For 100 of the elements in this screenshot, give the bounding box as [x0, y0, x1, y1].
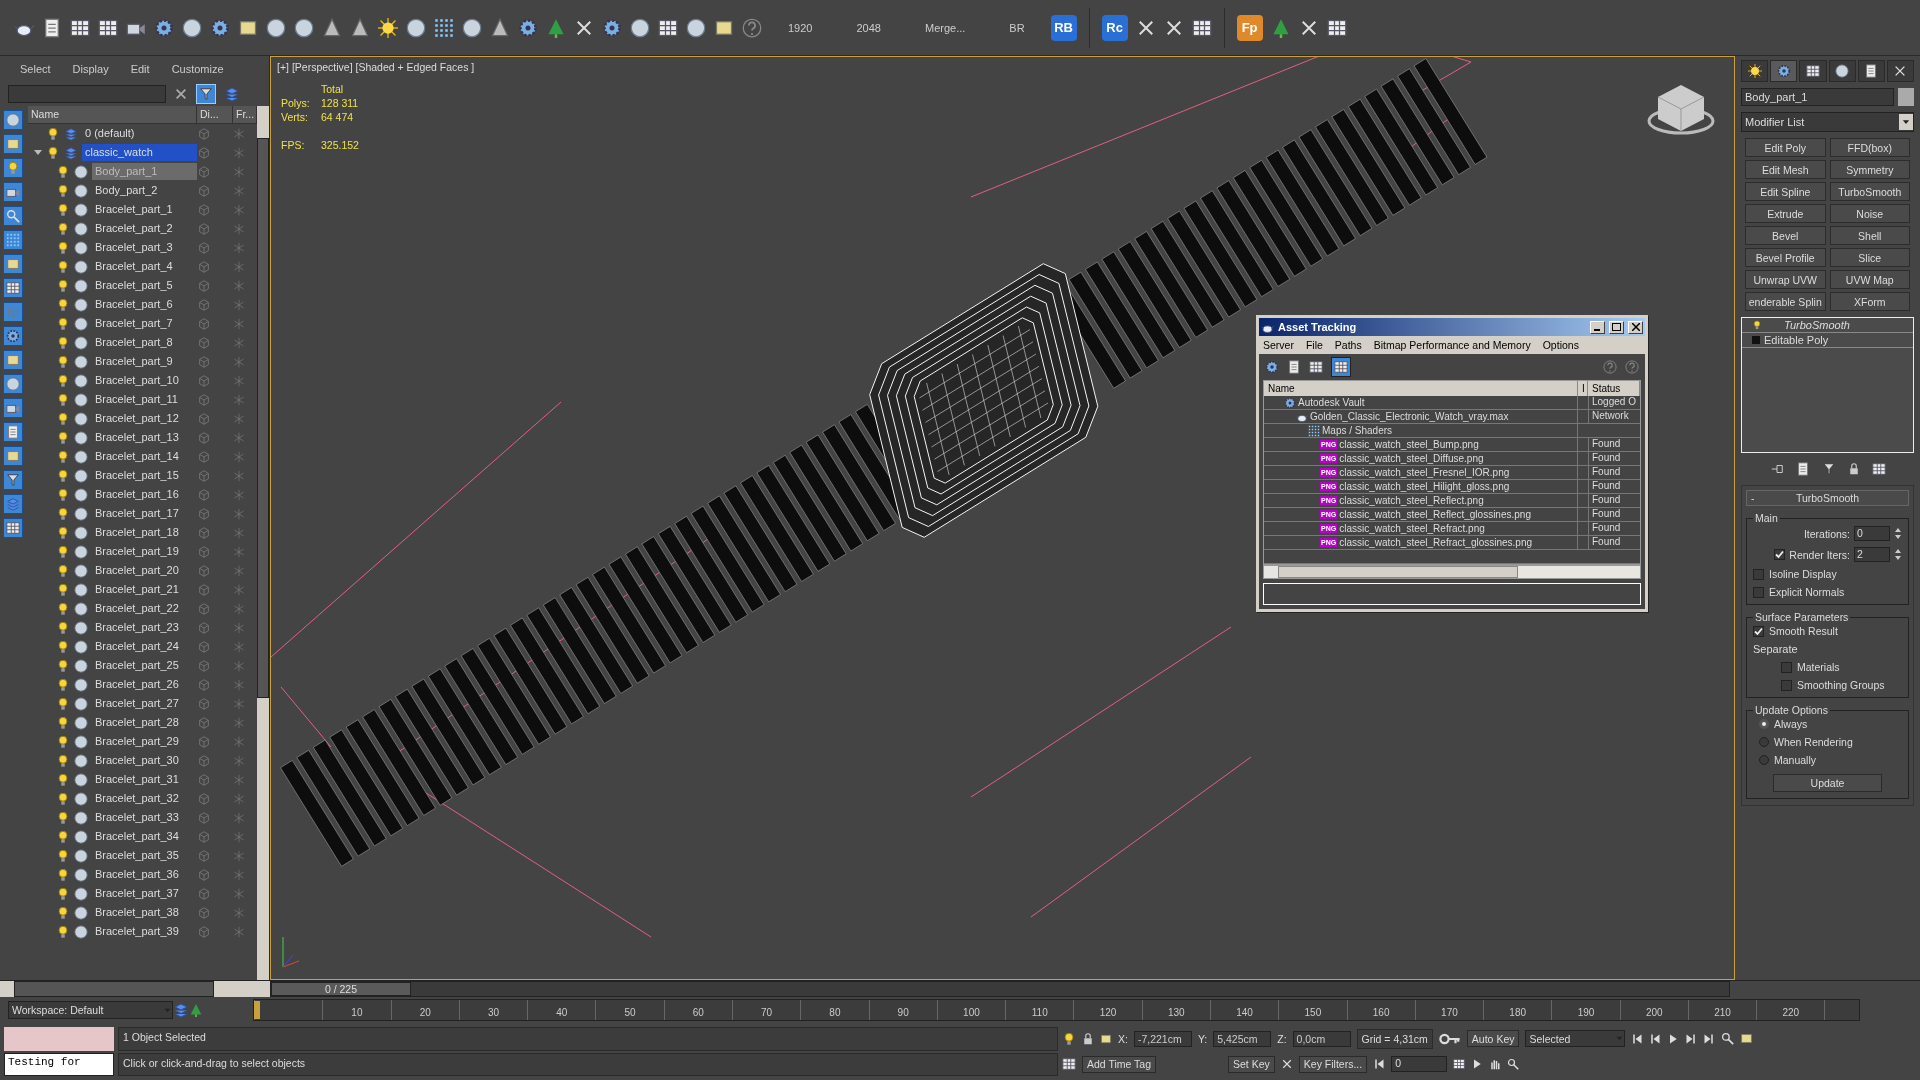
menu-item[interactable]: File [1305, 339, 1323, 351]
lock-icon[interactable] [1847, 463, 1860, 475]
bulb-icon[interactable] [56, 430, 70, 445]
object-name[interactable]: Bracelet_part_30 [92, 752, 197, 769]
lock-icon[interactable] [1082, 1032, 1094, 1045]
skip-back-icon[interactable] [1631, 1032, 1644, 1045]
object-name[interactable]: Bracelet_part_9 [92, 353, 197, 370]
bulb-icon[interactable] [56, 259, 70, 274]
bulb-icon[interactable] [56, 297, 70, 312]
skip-icon[interactable] [1703, 1032, 1716, 1045]
display-filter-button[interactable] [3, 350, 23, 370]
cone-icon[interactable] [350, 17, 370, 38]
bulb-icon[interactable] [56, 791, 70, 806]
plugin-button[interactable]: RB [1050, 14, 1077, 41]
object-name[interactable]: Bracelet_part_16 [92, 486, 197, 503]
update-button[interactable]: Update [1773, 774, 1882, 792]
skip-back-icon[interactable] [1373, 1058, 1386, 1071]
asset-name[interactable]: classic_watch_steel_Bump.png [1339, 439, 1479, 450]
asset-name[interactable]: classic_watch_steel_Fresnel_IOR.png [1339, 467, 1510, 478]
time-slider-track[interactable]: 0 / 225 [270, 981, 1730, 997]
asset-name[interactable]: classic_watch_steel_Refract_glossines.png [1339, 537, 1533, 548]
plugin-button[interactable]: Rc [1101, 14, 1128, 41]
layer-name[interactable]: classic_watch [82, 144, 197, 161]
sphere-icon[interactable] [266, 17, 286, 38]
bulb-icon[interactable] [56, 449, 70, 464]
menu-item[interactable]: Select [20, 63, 51, 75]
object-name[interactable]: Bracelet_part_23 [92, 619, 197, 636]
expand-arrow-icon[interactable] [34, 150, 42, 155]
bulb-icon[interactable] [56, 563, 70, 578]
display-filter-button[interactable] [3, 254, 23, 274]
object-name[interactable]: Bracelet_part_28 [92, 714, 197, 731]
bulb-icon[interactable] [1752, 320, 1762, 330]
object-name[interactable]: Bracelet_part_6 [92, 296, 197, 313]
modifier-button[interactable]: Symmetry [1829, 160, 1910, 179]
bulb-icon[interactable] [56, 487, 70, 502]
display-filter-button[interactable] [3, 278, 23, 298]
bulb-icon[interactable] [56, 658, 70, 673]
asset-name[interactable]: classic_watch_steel_Reflect.png [1339, 495, 1484, 506]
display-filter-button[interactable] [3, 470, 23, 490]
object-name[interactable]: Bracelet_part_37 [92, 885, 197, 902]
display-filter-button[interactable] [3, 110, 23, 130]
stack-item[interactable]: Editable Poly [1764, 334, 1829, 346]
add-time-tag-button[interactable]: Add Time Tag [1082, 1055, 1156, 1073]
modifier-button[interactable]: Slice [1829, 248, 1910, 267]
timeline-ruler[interactable]: 10 20 30 40 50 60 70 80 90 100 110 120 130 140 150 160 170 180 190 200 210 220 [253, 999, 1860, 1021]
bulb-icon[interactable] [56, 202, 70, 217]
magnifier-icon[interactable] [1721, 1032, 1735, 1046]
bulb-icon[interactable] [56, 544, 70, 559]
object-name[interactable]: Bracelet_part_22 [92, 600, 197, 617]
skip-back-icon[interactable] [1649, 1032, 1662, 1045]
maximize-button[interactable] [1609, 320, 1624, 334]
object-name[interactable]: Bracelet_part_17 [92, 505, 197, 522]
layer-name[interactable]: 0 (default) [82, 125, 197, 142]
sphere-icon[interactable] [630, 17, 650, 38]
panel-tab[interactable] [1770, 60, 1798, 82]
table-icon[interactable] [1871, 462, 1886, 476]
coordinate-field[interactable]: 0,0cm [1292, 1030, 1351, 1047]
horizontal-scrollbar[interactable] [0, 981, 270, 997]
bulb-icon[interactable] [56, 620, 70, 635]
bulb-icon[interactable] [56, 221, 70, 236]
column-header[interactable]: Di... [197, 106, 233, 124]
object-name[interactable]: Bracelet_part_1 [92, 201, 197, 218]
checkbox[interactable] [1781, 661, 1792, 673]
bulb-icon[interactable] [56, 924, 70, 939]
menu-item[interactable]: Paths [1334, 339, 1362, 351]
viewport-label[interactable]: [+] [Perspective] [Shaded + Edged Faces ] [277, 61, 475, 73]
bulb-icon[interactable] [46, 145, 60, 160]
object-name[interactable]: Bracelet_part_15 [92, 467, 197, 484]
iterations-field[interactable]: 0 [1854, 526, 1890, 541]
gear-icon[interactable] [210, 17, 230, 38]
object-name[interactable]: Bracelet_part_32 [92, 790, 197, 807]
modifier-button[interactable]: Unwrap UVW [1745, 270, 1826, 289]
object-name[interactable]: Bracelet_part_18 [92, 524, 197, 541]
panel-tab[interactable] [1886, 60, 1915, 82]
object-name[interactable]: Bracelet_part_2 [92, 220, 197, 237]
asset-name[interactable]: Autodesk Vault [1298, 397, 1365, 408]
asset-name[interactable]: classic_watch_steel_Refract.png [1339, 523, 1485, 534]
box-icon[interactable] [1740, 1032, 1754, 1046]
sun-icon[interactable] [378, 17, 398, 38]
checkbox[interactable] [1781, 679, 1792, 691]
modifier-button[interactable]: Edit Spline [1745, 182, 1826, 201]
pin-icon[interactable] [1769, 462, 1784, 476]
object-name[interactable]: Bracelet_part_24 [92, 638, 197, 655]
box-icon[interactable] [1100, 1032, 1112, 1045]
display-filter-button[interactable] [3, 206, 23, 226]
display-filter-button[interactable] [3, 182, 23, 202]
object-name[interactable]: Bracelet_part_27 [92, 695, 197, 712]
menu-item[interactable]: Server [1263, 339, 1294, 351]
object-name[interactable]: Bracelet_part_21 [92, 581, 197, 598]
perspective-viewport[interactable] [270, 56, 1735, 980]
bulb-icon[interactable] [56, 867, 70, 882]
gear-icon[interactable] [1265, 360, 1279, 374]
object-name[interactable]: Bracelet_part_3 [92, 239, 197, 256]
object-name[interactable]: Bracelet_part_4 [92, 258, 197, 275]
asset-name[interactable]: classic_watch_steel_Diffuse.png [1339, 453, 1484, 464]
horizontal-scrollbar[interactable] [1263, 565, 1641, 579]
bulb-icon[interactable] [56, 829, 70, 844]
gear-icon[interactable] [518, 17, 538, 38]
checkbox[interactable] [1774, 549, 1786, 560]
tree-icon[interactable] [546, 17, 566, 38]
